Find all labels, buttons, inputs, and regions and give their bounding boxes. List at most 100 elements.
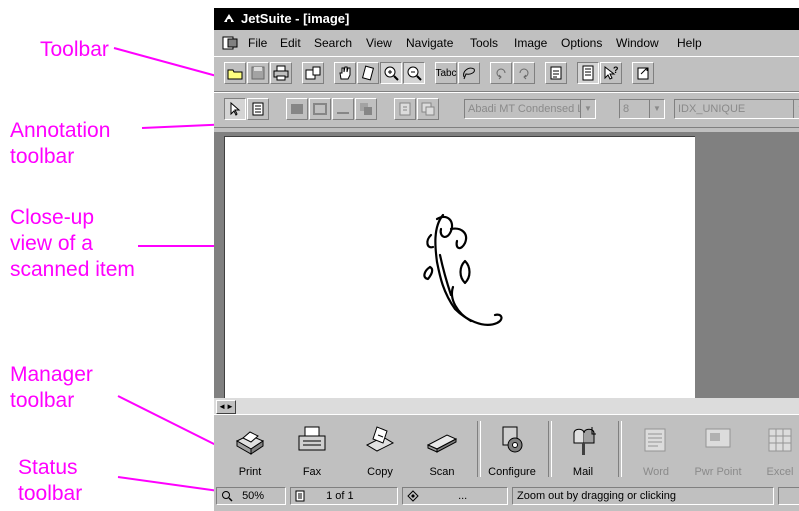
scanned-page[interactable] xyxy=(224,136,695,399)
filled-rectangle-button[interactable] xyxy=(286,98,308,120)
rotate-left-button[interactable] xyxy=(490,62,512,84)
manager-toolbar: Print Fax Copy Scan Configure Mail Word … xyxy=(214,414,799,483)
find-button[interactable] xyxy=(545,62,567,84)
rotate-page-icon xyxy=(361,65,375,81)
manager-print-button[interactable]: Print xyxy=(218,417,282,481)
scroll-arrows-icon[interactable]: ◄► xyxy=(216,400,236,414)
hollow-rectangle-button[interactable] xyxy=(309,98,331,120)
manager-word-label: Word xyxy=(642,466,670,478)
style-dropdown-icon[interactable]: ▼ xyxy=(793,100,799,118)
manager-scan-button[interactable]: Scan xyxy=(410,417,474,481)
zoom-icon xyxy=(222,491,233,502)
status-zoom-panel[interactable]: 50% xyxy=(216,487,286,505)
menu-window[interactable]: Window xyxy=(616,32,659,54)
manager-word-button[interactable]: Word xyxy=(624,417,688,481)
font-name-dropdown-icon[interactable]: ▼ xyxy=(580,100,595,118)
manager-configure-label: Configure xyxy=(488,466,536,478)
lasso-button[interactable] xyxy=(458,62,480,84)
print-icon xyxy=(273,65,289,81)
line-style-button[interactable] xyxy=(332,98,354,120)
note-icon xyxy=(252,102,264,116)
manager-mail-button[interactable]: Mail xyxy=(551,417,615,481)
zoom-in-icon xyxy=(384,66,399,81)
horizontal-scrollbar[interactable]: ◄► xyxy=(214,398,799,414)
window-title: JetSuite - [image] xyxy=(241,11,350,26)
leader-manager xyxy=(117,395,227,451)
print-button[interactable] xyxy=(270,62,292,84)
context-help-button[interactable]: ? xyxy=(600,62,622,84)
menu-search[interactable]: Search xyxy=(314,32,352,54)
excel-icon xyxy=(768,428,792,452)
font-size-combo[interactable]: 8 ▼ xyxy=(619,99,665,119)
status-toolbar: 50% 1 of 1 ... Zoom out by dragging or c… xyxy=(214,483,799,511)
manager-separator-3 xyxy=(618,421,622,477)
menu-navigate[interactable]: Navigate xyxy=(406,32,453,54)
rotate-page-button[interactable] xyxy=(357,62,379,84)
manager-powerpoint-label: Pwr Point xyxy=(694,466,742,478)
note-button[interactable] xyxy=(247,98,269,120)
menu-image[interactable]: Image xyxy=(514,32,547,54)
manager-powerpoint-button[interactable]: Pwr Point xyxy=(686,417,750,481)
manager-mail-label: Mail xyxy=(572,466,594,478)
zoom-in-button[interactable] xyxy=(380,62,402,84)
line-icon xyxy=(337,112,349,114)
diamond-icon xyxy=(407,490,419,502)
scan-image-button[interactable] xyxy=(302,62,324,84)
font-name-combo[interactable]: Abadi MT Condensed L ▼ xyxy=(464,99,596,119)
font-name-value: Abadi MT Condensed L xyxy=(468,103,584,115)
hand-pan-icon xyxy=(339,66,351,80)
page-view-button[interactable] xyxy=(577,62,599,84)
annotation-properties-button[interactable] xyxy=(394,98,416,120)
zoom-out-icon xyxy=(407,66,422,81)
configure-icon xyxy=(502,426,523,453)
menu-file[interactable]: File xyxy=(248,32,267,54)
menu-help[interactable]: Help xyxy=(677,32,702,54)
layer-order-icon xyxy=(360,103,372,115)
font-size-dropdown-icon[interactable]: ▼ xyxy=(649,100,664,118)
save-icon xyxy=(251,66,265,80)
menu-options[interactable]: Options xyxy=(561,32,602,54)
hollow-rectangle-icon xyxy=(313,103,327,115)
document-menu-icon[interactable] xyxy=(222,36,238,50)
callout-manager-toolbar: Manager toolbar xyxy=(10,363,93,412)
mailbox-icon xyxy=(573,427,596,455)
bring-to-front-button[interactable] xyxy=(355,98,377,120)
ocr-button[interactable]: Tabc xyxy=(435,62,457,84)
manager-configure-button[interactable]: Configure xyxy=(480,417,544,481)
image-workspace[interactable] xyxy=(214,132,799,399)
rotate-left-icon xyxy=(496,68,506,80)
svg-text:?: ? xyxy=(613,65,619,75)
export-button[interactable] xyxy=(632,62,654,84)
menu-edit[interactable]: Edit xyxy=(280,32,301,54)
callout-toolbar: Toolbar xyxy=(40,38,109,61)
menu-view[interactable]: View xyxy=(366,32,392,54)
save-button[interactable] xyxy=(247,62,269,84)
zoom-out-button[interactable] xyxy=(403,62,425,84)
jetsuite-app-icon[interactable] xyxy=(222,12,236,26)
menu-bar: File Edit Search View Navigate Tools Ima… xyxy=(214,32,799,54)
copy-icon xyxy=(365,426,395,452)
word-icon xyxy=(644,428,666,452)
fax-icon xyxy=(298,426,326,451)
title-bar[interactable]: JetSuite - [image] xyxy=(214,8,799,30)
menu-tools[interactable]: Tools xyxy=(470,32,498,54)
manager-fax-label: Fax xyxy=(302,466,322,478)
properties-icon xyxy=(399,102,411,116)
find-icon xyxy=(550,66,562,80)
leader-toolbar xyxy=(113,47,225,79)
open-button[interactable] xyxy=(224,62,246,84)
select-pointer-button[interactable] xyxy=(224,98,246,120)
manager-excel-button[interactable]: Excel xyxy=(748,417,799,481)
style-combo[interactable]: IDX_UNIQUE ▼ xyxy=(674,99,799,119)
stamp-button[interactable] xyxy=(417,98,439,120)
status-link-panel[interactable]: ... xyxy=(402,487,508,505)
rotate-right-button[interactable] xyxy=(513,62,535,84)
scan-to-image-icon xyxy=(305,66,321,80)
help-pointer-icon: ? xyxy=(604,65,619,80)
status-page-panel[interactable]: 1 of 1 xyxy=(290,487,398,505)
pan-button[interactable] xyxy=(334,62,356,84)
manager-copy-button[interactable]: Copy xyxy=(348,417,412,481)
manager-fax-button[interactable]: Fax xyxy=(280,417,344,481)
lasso-select-icon xyxy=(463,67,475,80)
callout-annotation-toolbar: Annotation toolbar xyxy=(10,119,111,168)
